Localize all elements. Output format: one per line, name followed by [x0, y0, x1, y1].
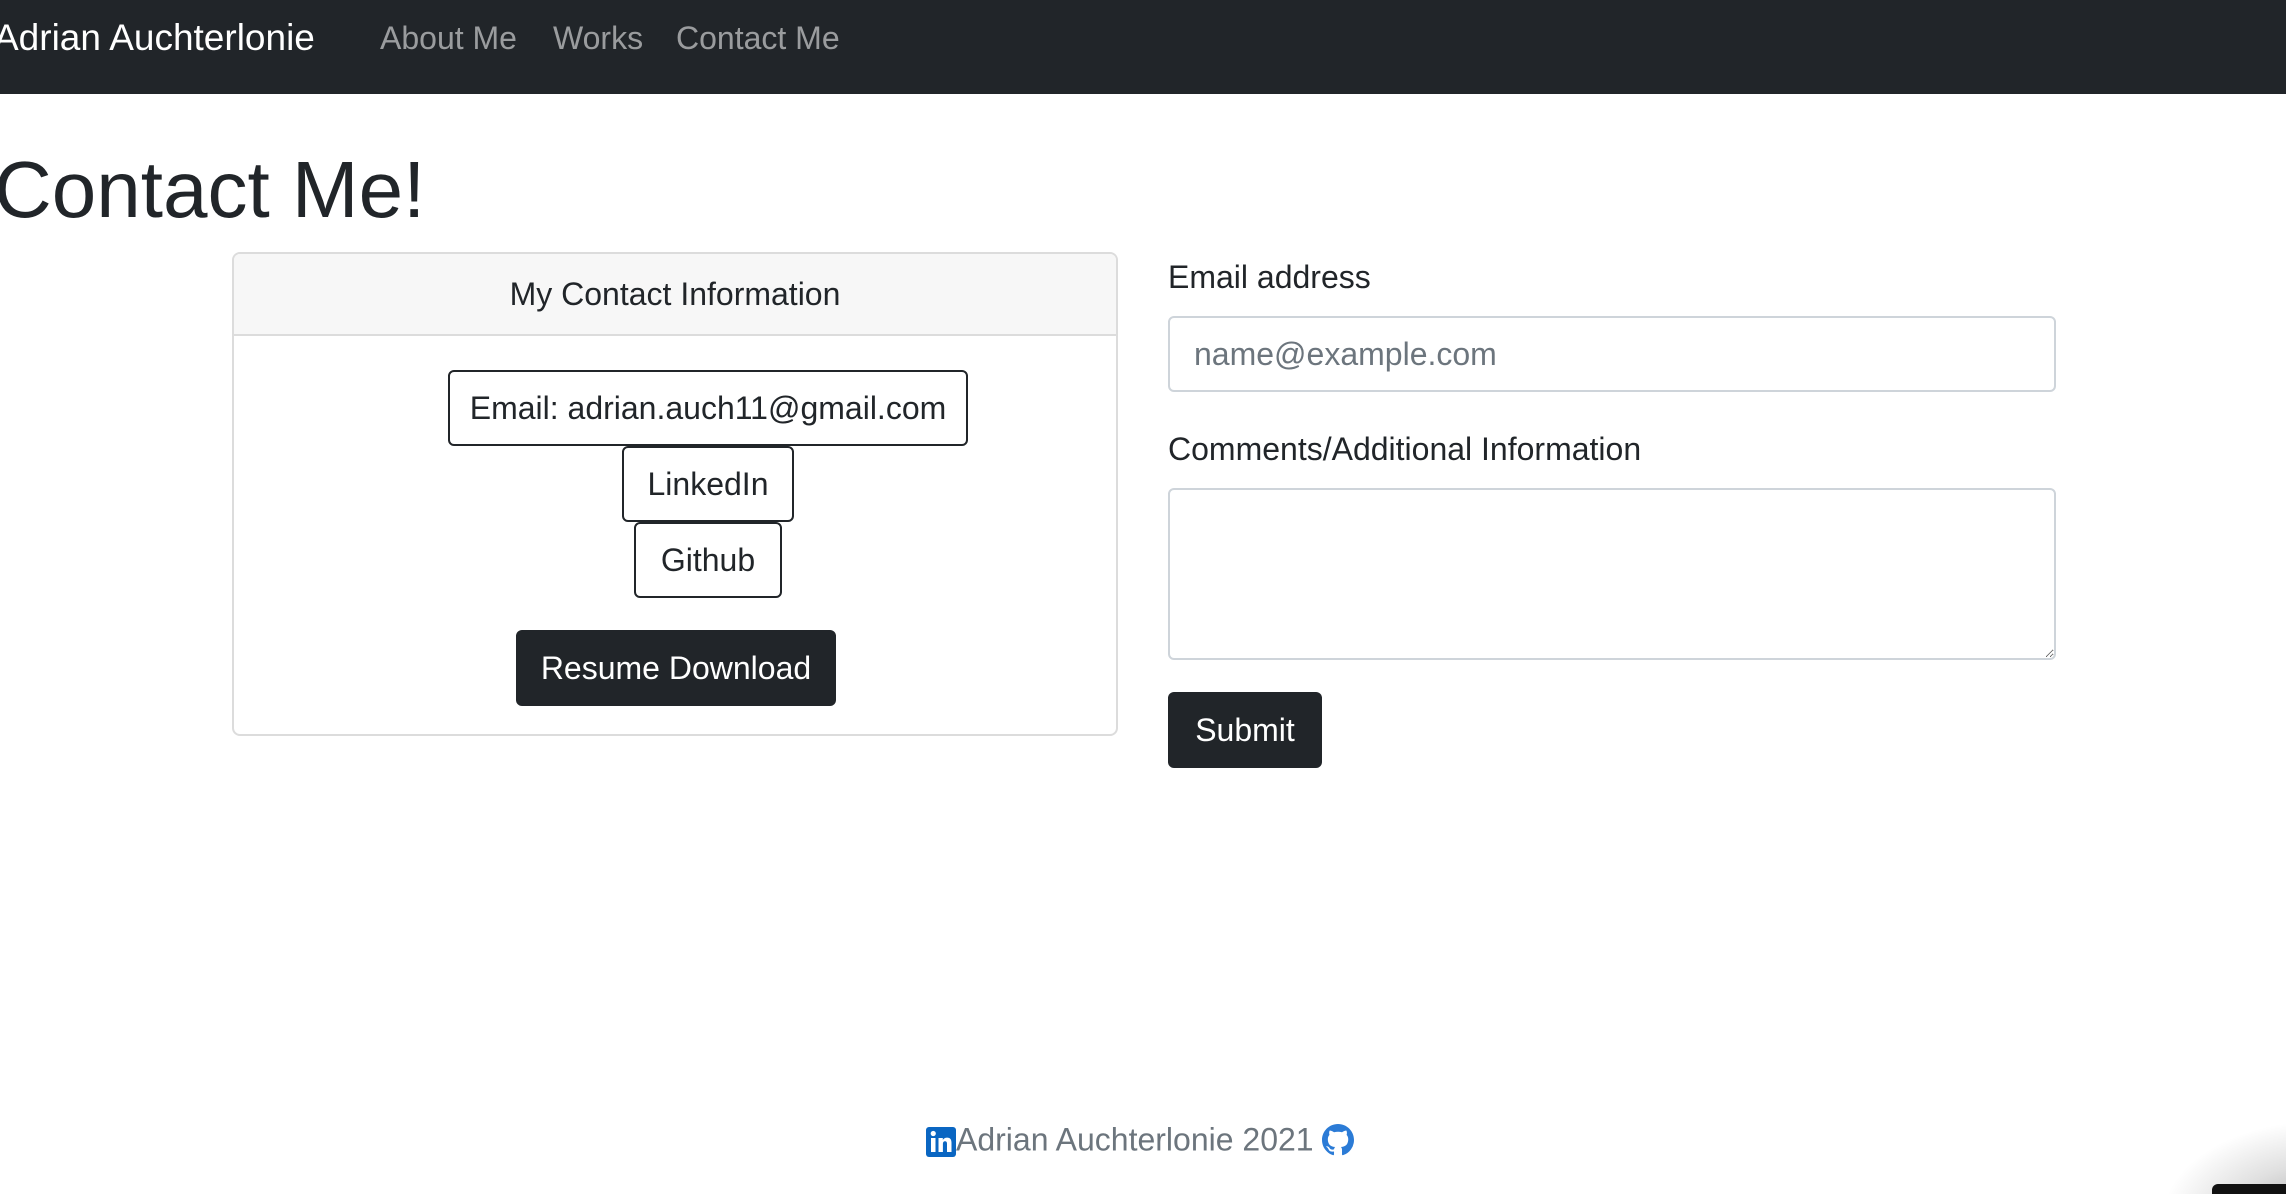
- top-navbar: Adrian Auchterlonie About Me Works Conta…: [0, 0, 2286, 94]
- linkedin-button[interactable]: LinkedIn: [622, 446, 794, 522]
- email-label: Email address: [1168, 259, 1371, 295]
- footer-text: Adrian Auchterlonie 2021: [956, 1121, 1314, 1158]
- brand-link[interactable]: Adrian Auchterlonie: [0, 13, 315, 63]
- nav-link-about-me[interactable]: About Me: [380, 16, 517, 60]
- footer: Adrian Auchterlonie 2021: [926, 1114, 1354, 1160]
- linkedin-icon[interactable]: [926, 1123, 956, 1157]
- submit-button[interactable]: Submit: [1168, 692, 1322, 768]
- card-header: My Contact Information: [234, 254, 1116, 336]
- contact-info-card: My Contact Information Email: adrian.auc…: [232, 252, 1118, 736]
- email-field[interactable]: [1168, 316, 2056, 392]
- comments-label: Comments/Additional Information: [1168, 431, 1642, 467]
- nav-link-contact-me[interactable]: Contact Me: [676, 16, 840, 60]
- email-button[interactable]: Email: adrian.auch11@gmail.com: [448, 370, 968, 446]
- github-button[interactable]: Github: [634, 522, 782, 598]
- nav-link-works[interactable]: Works: [553, 16, 643, 60]
- corner-block: [2212, 1184, 2286, 1194]
- comments-textarea[interactable]: [1168, 488, 2056, 660]
- page-title: Contact Me!: [0, 145, 426, 234]
- resume-download-button[interactable]: Resume Download: [516, 630, 836, 706]
- github-icon[interactable]: [1321, 1122, 1354, 1155]
- corner-shadow: [2160, 1120, 2286, 1194]
